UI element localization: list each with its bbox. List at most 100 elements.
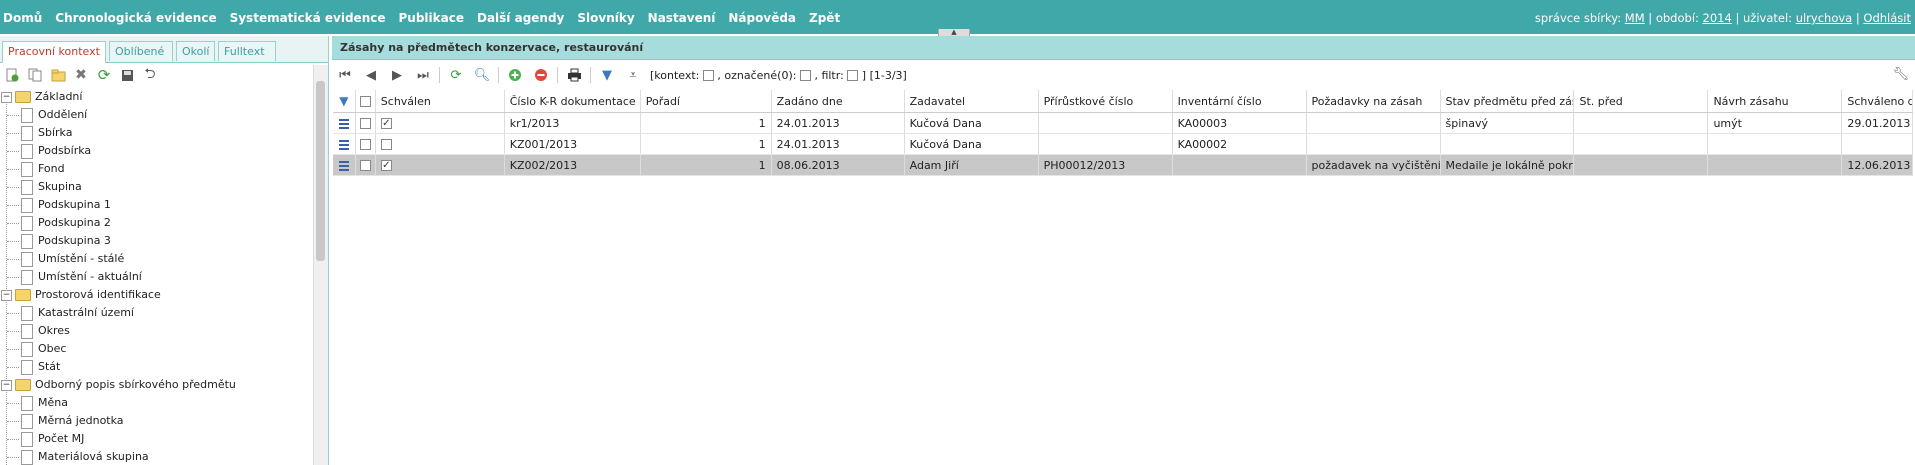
row-detail-cell[interactable] [333, 112, 356, 134]
collapse-toggle-icon[interactable]: − [1, 289, 12, 301]
filter-icon[interactable]: ▼ [599, 67, 615, 83]
tree-leaf-node[interactable]: Podskupina 2 [7, 214, 111, 232]
column-header[interactable]: Zadáno dne [771, 90, 905, 113]
folder-icon[interactable] [50, 67, 66, 83]
column-header[interactable]: Schváleno dne [1841, 90, 1913, 113]
tree-leaf-node[interactable]: Stát [7, 358, 60, 376]
menu-item-chronologicka-evidence[interactable]: Chronologická evidence [55, 11, 216, 25]
menu-item-systematicka-evidence[interactable]: Systematická evidence [230, 11, 386, 25]
tree-leaf-node[interactable]: Umístění - aktuální [7, 268, 142, 286]
tree-folder-node[interactable]: − Základní [1, 88, 82, 106]
menu-item-zpet[interactable]: Zpět [809, 11, 840, 25]
table-row[interactable]: kr1/2013124.01.2013Kučová Dana KA00003 špi… [333, 112, 1913, 134]
print-icon[interactable] [566, 67, 582, 83]
marked-checkbox[interactable] [799, 70, 811, 81]
tree-leaf-node[interactable]: Materiálová skupina [7, 448, 149, 465]
column-header[interactable]: St. před [1573, 90, 1709, 113]
row-detail-icon[interactable] [338, 118, 349, 129]
tree-leaf-node[interactable]: Počet MJ [7, 430, 84, 448]
tree-leaf-node[interactable]: Oddělení [7, 106, 87, 124]
approved-cell[interactable] [375, 112, 505, 134]
menu-item-slovniky[interactable]: Slovníky [577, 11, 634, 25]
add-record-icon[interactable] [507, 67, 523, 83]
tree-scrollbar-thumb[interactable] [316, 81, 325, 261]
row-detail-icon[interactable] [338, 139, 349, 150]
tree-leaf-node[interactable]: Podskupina 1 [7, 196, 111, 214]
row-select-checkbox[interactable] [359, 118, 371, 129]
save-icon[interactable] [119, 67, 135, 83]
column-header[interactable]: Zadavatel [904, 90, 1039, 113]
menu-item-domu[interactable]: Domů [3, 11, 42, 25]
tree-leaf-node[interactable]: Skupina [7, 178, 82, 196]
filter-clear-icon[interactable]: ⩡ [625, 67, 641, 83]
settings-wrench-icon[interactable]: 🔧︎ [1892, 67, 1909, 82]
menu-item-nastaveni[interactable]: Nastavení [648, 11, 716, 25]
copy-node-icon[interactable] [27, 67, 43, 83]
tree-leaf-node[interactable]: Měna [7, 394, 68, 412]
refresh-icon[interactable]: ⟳ [448, 67, 464, 83]
column-header[interactable]: Přírůstkové číslo [1038, 90, 1173, 113]
admin-link[interactable]: MM [1625, 11, 1645, 25]
tree-leaf-node[interactable]: Umístění - stálé [7, 250, 124, 268]
column-header[interactable]: Číslo K-R dokumentace [504, 90, 641, 113]
filter-column-header[interactable]: ▼ [333, 90, 356, 113]
tree-folder-node[interactable]: − Odborný popis sbírkového předmětu [1, 376, 236, 394]
logout-link[interactable]: Odhlásit [1863, 11, 1911, 25]
tree-folder-node[interactable]: − Prostorová identifikace [1, 286, 161, 304]
approved-cell[interactable] [375, 133, 505, 155]
collapse-toggle-icon[interactable]: − [1, 379, 12, 391]
tree-leaf-node[interactable]: Fond [7, 160, 65, 178]
select-all-checkbox[interactable] [359, 96, 371, 107]
filter-funnel-icon[interactable]: ▼ [339, 94, 348, 108]
column-header[interactable]: Návrh zásahu [1707, 90, 1843, 113]
first-page-icon[interactable]: ⏮ [337, 67, 353, 83]
undo-icon[interactable]: ⮌ [142, 66, 158, 83]
tab-fulltext[interactable]: Fulltext [218, 41, 276, 61]
approved-checkbox[interactable] [380, 160, 392, 171]
row-select-cell[interactable] [355, 112, 376, 134]
column-header[interactable]: Schválen [375, 90, 505, 113]
approved-checkbox[interactable] [380, 139, 392, 150]
row-detail-cell[interactable] [333, 133, 356, 155]
menu-item-dalsi-agendy[interactable]: Další agendy [477, 11, 564, 25]
tree-leaf-node[interactable]: Podskupina 3 [7, 232, 111, 250]
column-header[interactable]: Pořadí [640, 90, 772, 113]
tree-leaf-node[interactable]: Sbírka [7, 124, 72, 142]
user-link[interactable]: ulrychova [1796, 11, 1853, 25]
menu-item-napoveda[interactable]: Nápověda [728, 11, 796, 25]
column-header[interactable]: Požadavky na zásah [1306, 90, 1441, 113]
table-row[interactable]: KZ002/2013108.06.2013Adam JiříPH00012/20… [333, 154, 1913, 176]
delete-icon[interactable]: ✖ [73, 67, 89, 83]
tab-okoli[interactable]: Okolí [176, 41, 215, 61]
row-select-cell[interactable] [355, 133, 376, 155]
column-header[interactable]: Inventární číslo [1172, 90, 1307, 113]
search-icon[interactable]: 🔍︎ [474, 67, 491, 83]
tree-leaf-node[interactable]: Obec [7, 340, 66, 358]
tab-oblibene[interactable]: Oblíbené [109, 41, 173, 61]
tree-leaf-node[interactable]: Měrná jednotka [7, 412, 124, 430]
refresh-icon[interactable]: ⟳ [96, 66, 112, 84]
collapse-toggle-icon[interactable]: − [1, 91, 12, 103]
row-detail-icon[interactable] [338, 160, 349, 171]
period-link[interactable]: 2014 [1703, 11, 1732, 25]
remove-record-icon[interactable] [533, 67, 549, 83]
table-row[interactable]: KZ001/2013 1 24.01.2013 Kučová Dana KA00002 [333, 133, 1913, 155]
tree-leaf-node[interactable]: Katastrální území [7, 304, 134, 322]
tree-leaf-node[interactable]: Podsbírka [7, 142, 91, 160]
tree-scrollbar[interactable] [313, 65, 328, 465]
menu-item-publikace[interactable]: Publikace [399, 11, 464, 25]
tab-pracovni-kontext[interactable]: Pracovní kontext [2, 41, 106, 63]
approved-cell[interactable] [375, 154, 505, 176]
select-all-header[interactable] [355, 90, 376, 113]
column-header[interactable]: Stav předmětu před zásahem [1440, 90, 1575, 113]
row-select-cell[interactable] [355, 154, 376, 176]
add-node-icon[interactable] [4, 67, 20, 83]
prev-page-icon[interactable]: ◀ [363, 67, 379, 83]
row-detail-cell[interactable] [333, 154, 356, 176]
tree-leaf-node[interactable]: Okres [7, 322, 70, 340]
approved-checkbox[interactable] [380, 118, 392, 129]
row-select-checkbox[interactable] [359, 139, 371, 150]
last-page-icon[interactable]: ⏭ [415, 67, 431, 83]
context-checkbox[interactable] [702, 70, 714, 81]
next-page-icon[interactable]: ▶ [389, 67, 405, 83]
